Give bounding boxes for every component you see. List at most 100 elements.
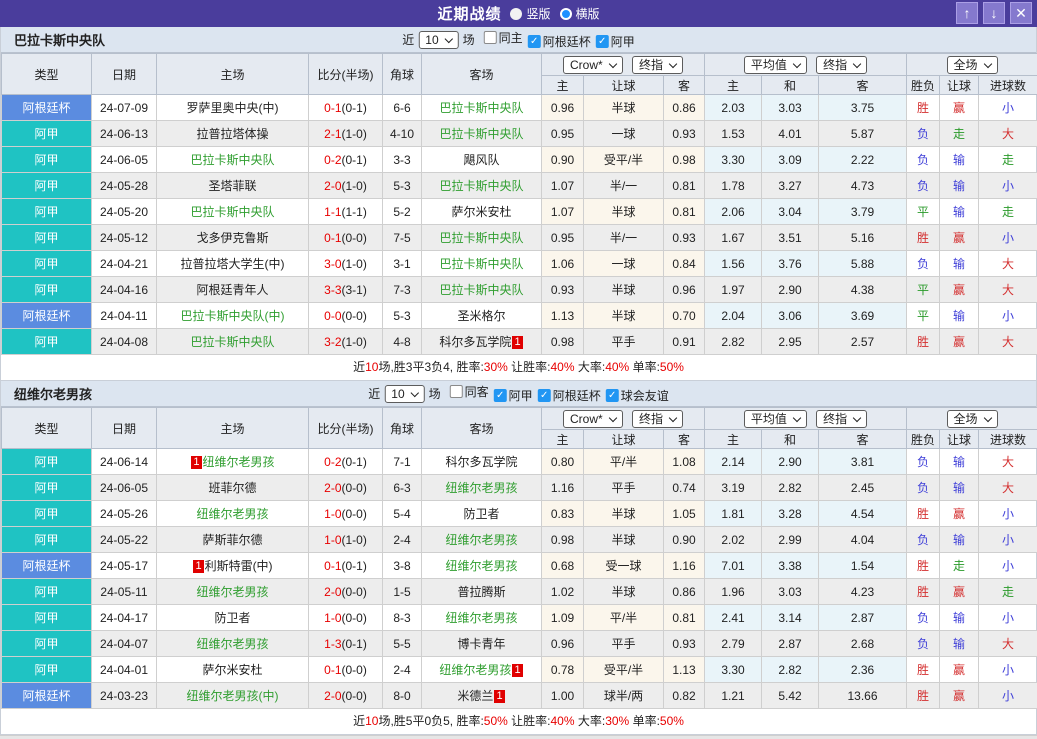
filter-checkbox[interactable]: ✓阿甲 [596, 33, 635, 50]
checkbox-icon[interactable]: ✓ [494, 389, 507, 402]
team-name[interactable]: 纽维尔老男孩 [445, 533, 517, 547]
avg-time-select[interactable]: 终指 [816, 410, 867, 428]
result-handicap-cell: 输 [940, 173, 979, 199]
team-name[interactable]: 阿根廷青年人 [196, 283, 268, 297]
avg-home-cell: 2.03 [705, 95, 762, 121]
radio-icon[interactable] [560, 8, 572, 20]
team-name[interactable]: 萨尔米安杜 [202, 663, 262, 677]
team-name[interactable]: 科尔多瓦学院 [439, 335, 511, 349]
team-name[interactable]: 纽维尔老男孩 [445, 611, 517, 625]
team-name[interactable]: 科尔多瓦学院 [445, 455, 517, 469]
result-handicap-cell: 输 [940, 631, 979, 657]
team-name[interactable]: 萨尔米安杜 [451, 205, 511, 219]
sub-header-handicap-result: 让球 [940, 76, 979, 95]
odds-away-cell: 0.74 [664, 475, 705, 501]
odds-home-cell: 0.68 [542, 553, 584, 579]
team-name[interactable]: 巴拉卡斯中央队 [439, 179, 523, 193]
filter-checkbox[interactable]: ✓阿根廷杯 [528, 33, 591, 50]
odds-source-select[interactable]: Crow* [563, 410, 623, 428]
team-name[interactable]: 拉普拉塔体操 [196, 127, 268, 141]
date-cell: 24-07-09 [92, 95, 157, 121]
match-count-select[interactable]: 10 [384, 385, 424, 403]
league-type-cell: 阿根廷杯 [2, 303, 92, 329]
scope-select[interactable]: 全场 [947, 410, 998, 428]
avg-time-select[interactable]: 终指 [816, 56, 867, 74]
team-name[interactable]: 巴拉卡斯中央队 [190, 205, 274, 219]
team-name[interactable]: 防卫者 [214, 611, 250, 625]
team-name[interactable]: 圣塔菲联 [208, 179, 256, 193]
team-name[interactable]: 防卫者 [463, 507, 499, 521]
team-name[interactable]: 巴拉卡斯中央队 [439, 127, 523, 141]
match-count-select[interactable]: 10 [418, 31, 458, 49]
avg-home-cell: 2.79 [705, 631, 762, 657]
odds-handicap-cell: 半球 [584, 95, 664, 121]
layout-radio-horizontal[interactable]: 横版 [560, 5, 600, 22]
result-wdl-cell: 胜 [907, 683, 940, 709]
filter-checkbox[interactable]: 同客 [450, 383, 489, 400]
checkbox-icon[interactable] [484, 31, 497, 44]
scope-select[interactable]: 全场 [947, 56, 998, 74]
move-up-button[interactable]: ↑ [956, 2, 978, 24]
team-name[interactable]: 纽维尔老男孩 [445, 481, 517, 495]
team-name[interactable]: 纽维尔老男孩 [439, 663, 511, 677]
odds-source-select[interactable]: Crow* [563, 56, 623, 74]
filter-checkbox[interactable]: ✓球会友谊 [606, 387, 669, 404]
filter-checkbox[interactable]: ✓阿甲 [494, 387, 533, 404]
away-team-cell: 普拉腾斯 [422, 579, 542, 605]
checkbox-icon[interactable] [450, 385, 463, 398]
team-name[interactable]: 拉普拉塔大学生(中) [181, 257, 285, 271]
result-goals-cell: 小 [979, 553, 1037, 579]
team-name[interactable]: 纽维尔老男孩 [445, 559, 517, 573]
result-goals-cell: 小 [979, 683, 1037, 709]
team-name[interactable]: 巴拉卡斯中央队 [190, 153, 274, 167]
team-name[interactable]: 纽维尔老男孩 [196, 585, 268, 599]
move-down-button[interactable]: ↓ [983, 2, 1005, 24]
layout-radio-vertical[interactable]: 竖版 [510, 5, 550, 22]
team-name[interactable]: 博卡青年 [457, 637, 505, 651]
avg-draw-cell: 3.03 [762, 95, 819, 121]
team-name[interactable]: 利斯特雷(中) [205, 559, 273, 573]
odds-time-select[interactable]: 终指 [632, 410, 683, 428]
team-name[interactable]: 巴拉卡斯中央队 [439, 257, 523, 271]
close-button[interactable]: ✕ [1010, 2, 1032, 24]
filter-checkbox[interactable]: 同主 [484, 29, 523, 46]
team-name[interactable]: 班菲尔德 [208, 481, 256, 495]
team-name[interactable]: 巴拉卡斯中央队 [439, 231, 523, 245]
chevron-down-icon [410, 388, 418, 396]
team-name[interactable]: 巴拉卡斯中央队 [439, 101, 523, 115]
team-name[interactable]: 纽维尔老男孩(中) [187, 689, 279, 703]
fulltime-score: 1-0 [324, 507, 341, 521]
filter-checkbox[interactable]: ✓阿根廷杯 [538, 387, 601, 404]
checkbox-icon[interactable]: ✓ [596, 35, 609, 48]
odds-time-select[interactable]: 终指 [632, 56, 683, 74]
checkbox-icon[interactable]: ✓ [538, 389, 551, 402]
team-name[interactable]: 巴拉卡斯中央队 [439, 283, 523, 297]
team-name[interactable]: 戈多伊克鲁斯 [196, 231, 268, 245]
avg-source-select[interactable]: 平均值 [744, 410, 807, 428]
odds-handicap-cell: 平手 [584, 329, 664, 355]
checkbox-icon[interactable]: ✓ [528, 35, 541, 48]
odds-home-cell: 1.09 [542, 605, 584, 631]
team-name[interactable]: 米德兰 [457, 689, 493, 703]
match-row: 阿根廷杯24-04-11巴拉卡斯中央队(中)0-0(0-0)5-3圣米格尔1.1… [2, 303, 1037, 329]
team-name[interactable]: 巴拉卡斯中央队(中) [181, 309, 285, 323]
team-name[interactable]: 圣米格尔 [457, 309, 505, 323]
checkbox-icon[interactable]: ✓ [606, 389, 619, 402]
team-name[interactable]: 纽维尔老男孩 [203, 455, 275, 469]
team-name[interactable]: 萨斯菲尔德 [202, 533, 262, 547]
team-name[interactable]: 巴拉卡斯中央队 [190, 335, 274, 349]
summary-bar: 近10场,胜5平0负5, 胜率:50% 让胜率:40% 大率:30% 单率:50… [1, 709, 1036, 735]
result-goals-cell: 大 [979, 329, 1037, 355]
near-label: 近 [402, 31, 414, 48]
team-name[interactable]: 纽维尔老男孩 [196, 637, 268, 651]
scope-value: 全场 [954, 412, 978, 426]
team-name[interactable]: 纽维尔老男孩 [196, 507, 268, 521]
avg-source-select[interactable]: 平均值 [744, 56, 807, 74]
odds-handicap-cell: 半球 [584, 277, 664, 303]
away-team-cell: 巴拉卡斯中央队 [422, 225, 542, 251]
sub-header-goals: 进球数 [979, 76, 1037, 95]
team-name[interactable]: 飓风队 [463, 153, 499, 167]
team-name[interactable]: 普拉腾斯 [457, 585, 505, 599]
radio-icon[interactable] [510, 8, 522, 20]
team-name[interactable]: 罗萨里奥中央(中) [187, 101, 279, 115]
